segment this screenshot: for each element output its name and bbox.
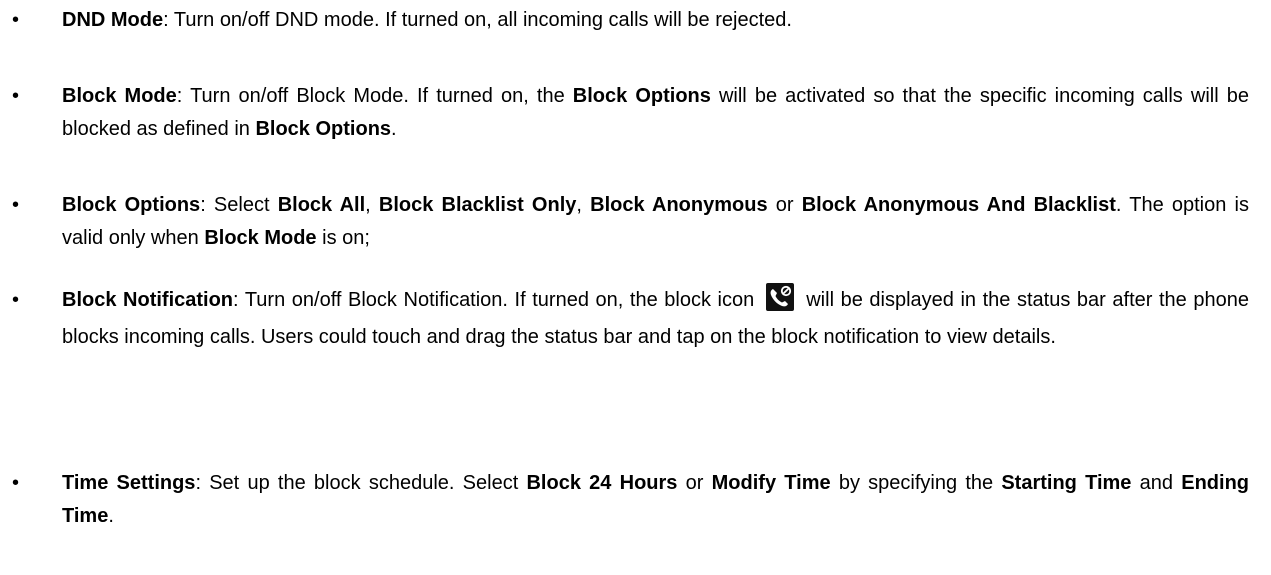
list-item-block-notification: • Block Notification: Turn on/off Block N… — [12, 282, 1249, 356]
description-text: or — [677, 472, 712, 494]
term-block-options: Block Options — [62, 194, 201, 216]
description-text: and — [1131, 472, 1182, 494]
term-block-mode: Block Mode — [62, 85, 177, 107]
description-text: Set up the block schedule. Select — [209, 472, 527, 494]
description-text: Turn on/off Block Notification. If turne… — [244, 289, 755, 311]
description-text: Turn on/off Block Mode. If turned on, th… — [190, 85, 573, 107]
option-block-anonymous-and-blacklist: Block Anonymous And Blacklist — [801, 194, 1116, 216]
description-text: Select — [213, 194, 278, 216]
option-modify-time: Modify Time — [711, 472, 831, 494]
list-item-dnd-mode: • DND Mode: Turn on/off DND mode. If turn… — [12, 4, 1249, 37]
term-time-settings: Time Settings — [62, 472, 196, 494]
bullet: • — [12, 194, 20, 216]
bullet: • — [12, 9, 20, 31]
separator: : — [195, 472, 210, 494]
term-starting-time: Starting Time — [1001, 472, 1132, 494]
phone-block-icon — [766, 283, 795, 311]
description-text: Turn on/off DND mode. If turned on, all … — [173, 9, 792, 31]
separator: : — [176, 85, 191, 107]
option-block-24-hours: Block 24 Hours — [526, 472, 678, 494]
term-block-options: Block Options — [255, 118, 392, 140]
term-dnd-mode: DND Mode — [62, 9, 164, 31]
description-text: . — [391, 118, 397, 140]
bullet: • — [12, 85, 20, 107]
option-block-all: Block All — [277, 194, 366, 216]
option-block-blacklist-only: Block Blacklist Only — [378, 194, 577, 216]
list-item-block-mode: • Block Mode: Turn on/off Block Mode. If … — [12, 80, 1249, 146]
term-block-mode: Block Mode — [204, 227, 317, 249]
description-text: , — [576, 194, 591, 216]
document-page: • DND Mode: Turn on/off DND mode. If turn… — [0, 0, 1271, 575]
bullet: • — [12, 289, 20, 311]
separator: : — [200, 194, 214, 216]
term-block-options: Block Options — [572, 85, 711, 107]
description-text: . — [108, 505, 114, 527]
separator: : — [233, 289, 245, 311]
list-item-time-settings: • Time Settings: Set up the block schedul… — [12, 467, 1249, 533]
bullet: • — [12, 472, 20, 494]
description-text: , — [365, 194, 379, 216]
description-text: is on; — [316, 227, 370, 249]
list-item-block-options: • Block Options: Select Block All, Block … — [12, 189, 1249, 255]
description-text: by specifying the — [830, 472, 1002, 494]
separator: : — [163, 9, 174, 31]
option-block-anonymous: Block Anonymous — [590, 194, 768, 216]
term-block-notification: Block Notification — [62, 289, 234, 311]
description-text: or — [767, 194, 802, 216]
